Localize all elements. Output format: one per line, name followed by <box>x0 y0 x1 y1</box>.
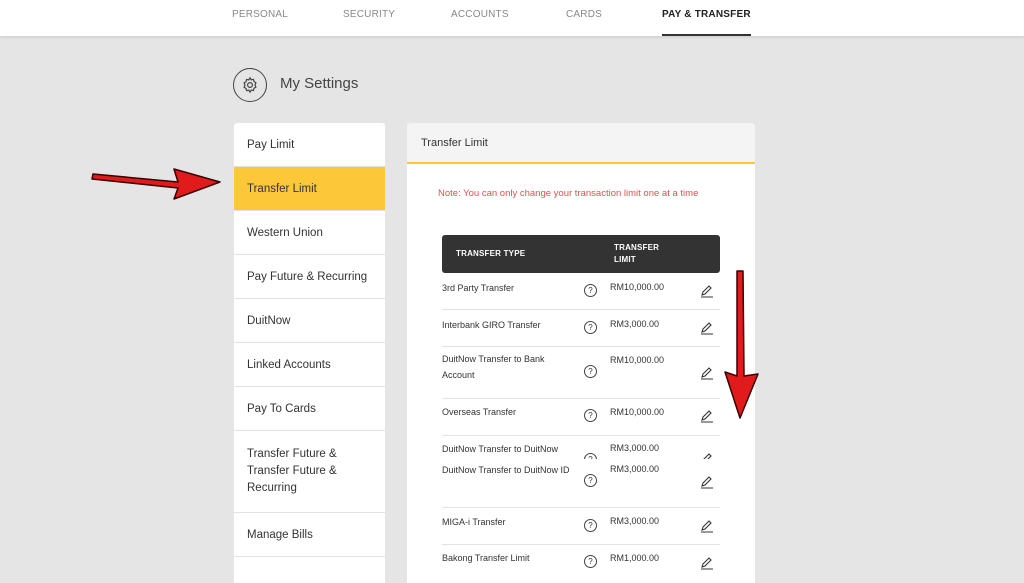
table-row: DuitNow Transfer to DuitNow ? RM3,000.00 <box>442 435 720 459</box>
transfer-type: Bakong Transfer Limit <box>442 553 530 563</box>
sidebar-item-pay-limit[interactable]: Pay Limit <box>234 123 385 167</box>
tab-personal[interactable]: PERSONAL <box>232 0 288 36</box>
header-transfer-limit: TRANSFER LIMIT <box>614 243 660 264</box>
sidebar-item-pay-future-recurring[interactable]: Pay Future & Recurring <box>234 255 385 299</box>
table-row: Interbank GIRO Transfer ? RM3,000.00 <box>442 309 720 347</box>
limit-note: Note: You can only change your transacti… <box>438 188 699 199</box>
pencil-icon[interactable] <box>700 475 714 489</box>
transfer-type: DuitNow Transfer to Bank Account <box>442 354 545 380</box>
question-icon[interactable]: ? <box>584 474 597 487</box>
transfer-type: DuitNow Transfer to DuitNow ID <box>442 465 570 475</box>
transfer-limit-value: RM3,000.00 <box>610 516 660 526</box>
page-title: My Settings <box>280 75 359 92</box>
question-icon[interactable]: ? <box>584 555 597 568</box>
table-row: MIGA-i Transfer ? RM3,000.00 <box>442 507 720 545</box>
tab-security[interactable]: SECURITY <box>343 0 395 36</box>
question-icon[interactable]: ? <box>584 519 597 532</box>
transfer-type: 3rd Party Transfer <box>442 283 515 293</box>
transfer-limit-panel: Transfer Limit Note: You can only change… <box>407 123 755 583</box>
question-icon[interactable]: ? <box>584 321 597 334</box>
tab-pay-and-transfer[interactable]: PAY & TRANSFER <box>662 0 751 36</box>
header-transfer-type: TRANSFER TYPE <box>456 249 526 258</box>
gear-icon <box>233 68 267 102</box>
transfer-limit-value: RM3,000.00 <box>610 319 660 329</box>
sidebar-item-transfer-limit[interactable]: Transfer Limit <box>234 167 385 211</box>
pencil-icon[interactable] <box>700 366 714 380</box>
sidebar-item-western-union[interactable]: Western Union <box>234 211 385 255</box>
sidebar-item-linked-accounts[interactable]: Linked Accounts <box>234 343 385 387</box>
transfer-type: DuitNow Transfer to DuitNow <box>442 444 559 454</box>
question-icon[interactable]: ? <box>584 365 597 378</box>
transfer-limit-value: RM10,000.00 <box>610 407 665 417</box>
transfer-type: MIGA-i Transfer <box>442 517 506 527</box>
sidebar-item-duitnow[interactable]: DuitNow <box>234 299 385 343</box>
transfer-type: Overseas Transfer <box>442 407 517 417</box>
arrow-right-icon <box>91 168 221 200</box>
question-icon[interactable]: ? <box>584 284 597 297</box>
sidebar-item-manage-bills[interactable]: Manage Bills <box>234 513 385 557</box>
table-row: Overseas Transfer ? RM10,000.00 <box>442 398 720 436</box>
question-icon[interactable]: ? <box>584 409 597 422</box>
sidebar-item-transfer-future[interactable]: Transfer Future & Transfer Future & Recu… <box>234 431 385 513</box>
pencil-icon[interactable] <box>700 452 714 459</box>
table-row: 3rd Party Transfer ? RM10,000.00 <box>442 273 720 310</box>
transfer-limit-value: RM10,000.00 <box>610 282 665 292</box>
table-row: Bakong Transfer Limit ? RM1,000.00 <box>442 544 720 583</box>
transfer-limit-value: RM10,000.00 <box>610 355 665 365</box>
arrow-down-icon <box>724 270 759 419</box>
transfer-limit-value: RM1,000.00 <box>610 553 660 563</box>
table-row: DuitNow Transfer to Bank Account ? RM10,… <box>442 346 720 399</box>
table-row: DuitNow Transfer to DuitNow ID ? RM3,000… <box>442 459 720 508</box>
pencil-icon[interactable] <box>700 519 714 533</box>
tab-cards[interactable]: CARDS <box>566 0 602 36</box>
sidebar-item-pay-to-cards[interactable]: Pay To Cards <box>234 387 385 431</box>
transfer-limit-value: RM3,000.00 <box>610 443 660 453</box>
transfer-type: Interbank GIRO Transfer <box>442 320 541 330</box>
panel-title: Transfer Limit <box>407 123 755 164</box>
pencil-icon[interactable] <box>700 556 714 570</box>
settings-sidebar: Pay Limit Transfer Limit Western Union P… <box>234 123 385 583</box>
pencil-icon[interactable] <box>700 284 714 298</box>
top-navigation: PERSONAL SECURITY ACCOUNTS CARDS PAY & T… <box>0 0 1024 36</box>
table-header: TRANSFER TYPE TRANSFER LIMIT <box>442 235 720 273</box>
transfer-limit-value: RM3,000.00 <box>610 464 660 474</box>
pencil-icon[interactable] <box>700 409 714 423</box>
tab-accounts[interactable]: ACCOUNTS <box>451 0 509 36</box>
pencil-icon[interactable] <box>700 321 714 335</box>
